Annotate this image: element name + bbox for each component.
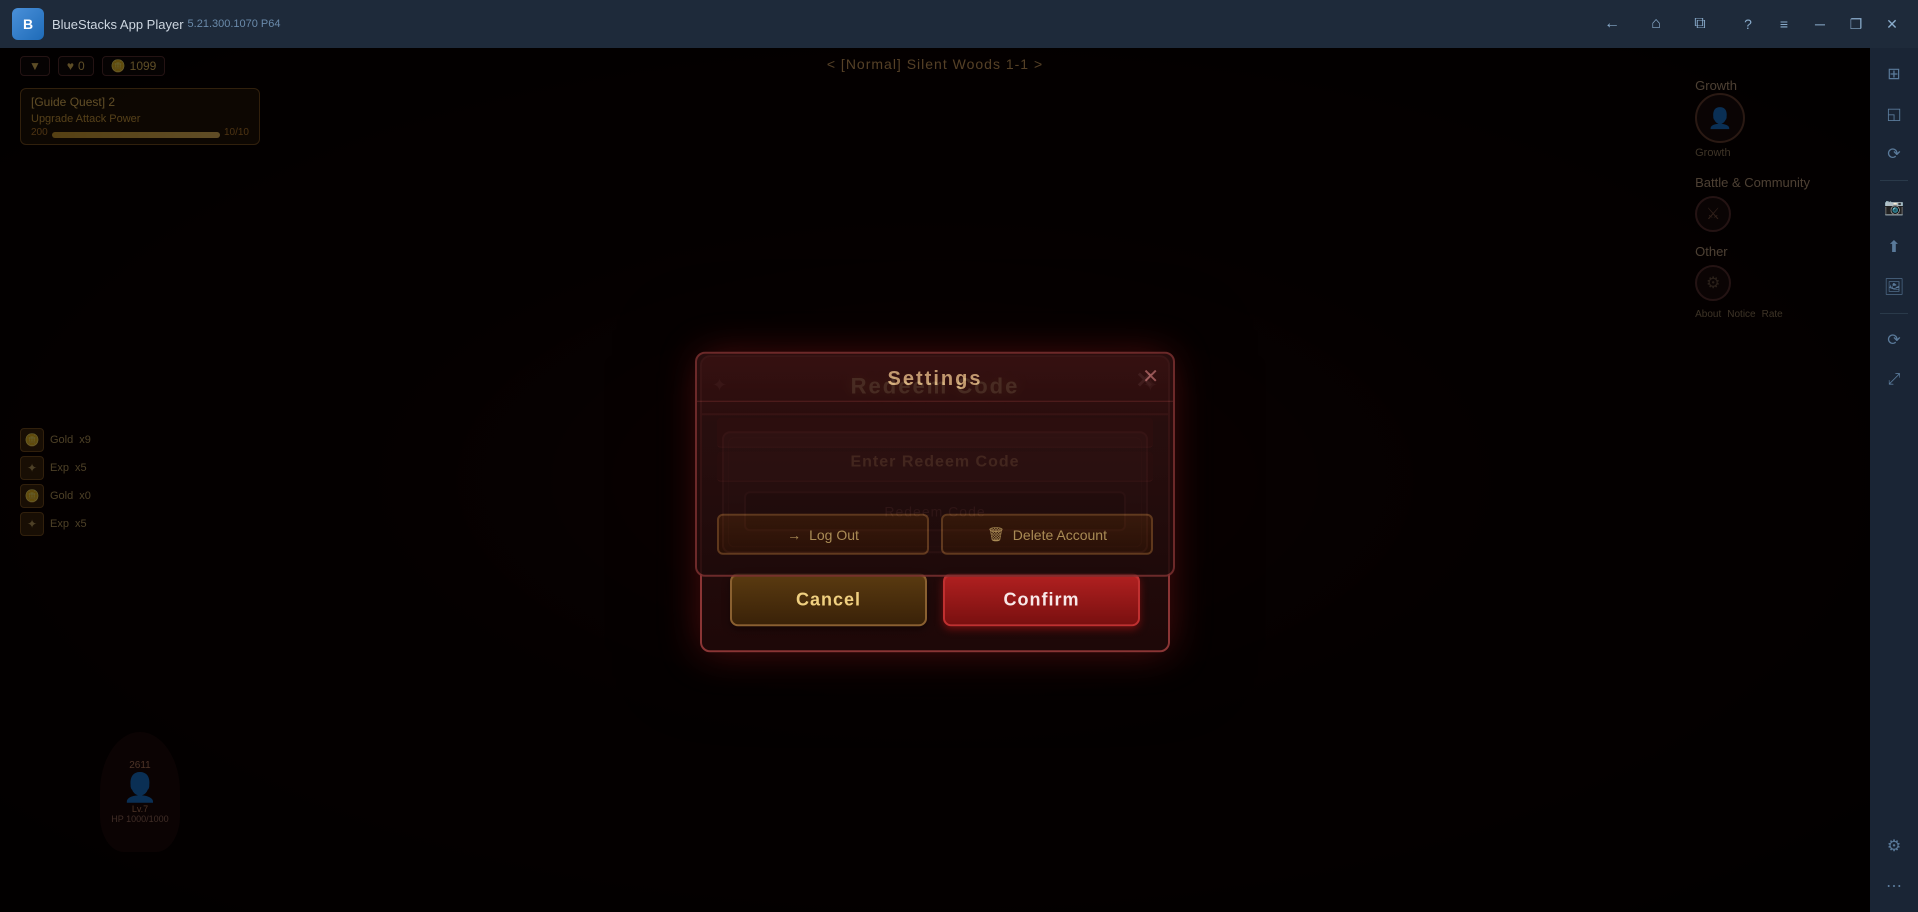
settings-title: Settings xyxy=(888,368,983,390)
settings-row xyxy=(717,452,1153,482)
settings-close-icon[interactable]: ✕ xyxy=(1142,364,1159,389)
sidebar-zoom-btn[interactable]: ⟳ xyxy=(1876,322,1912,358)
menu-button[interactable]: ≡ xyxy=(1770,10,1798,38)
settings-footer: → Log Out 🗑 Delete Account xyxy=(697,502,1173,555)
restore-button[interactable]: ❐ xyxy=(1842,10,1870,38)
sidebar-separator2 xyxy=(1880,313,1908,314)
back-button[interactable]: ← xyxy=(1598,10,1626,38)
app-version: 5.21.300.1070 P64 xyxy=(188,18,281,30)
sidebar-screenshot-btn[interactable]: 🖼 xyxy=(1876,269,1912,305)
cancel-button[interactable]: Cancel xyxy=(730,573,927,626)
sidebar-upload-btn[interactable]: ⬆ xyxy=(1876,229,1912,265)
sidebar-fullscreen-btn[interactable]: ⤢ xyxy=(1876,362,1912,398)
settings-window: Settings ✕ → Log Out 🗑 Delete Account xyxy=(695,352,1175,577)
delete-account-label: Delete Account xyxy=(1013,526,1107,542)
logout-label: Log Out xyxy=(809,526,859,542)
copy-button[interactable]: ⧉ xyxy=(1686,10,1714,38)
sidebar-camera-btn[interactable]: 📷 xyxy=(1876,189,1912,225)
delete-icon: 🗑 xyxy=(987,526,1005,543)
logo-text: B xyxy=(23,16,33,32)
game-area: ▼ ♥ 0 🪙 1099 < [Normal] Silent Woods 1-1… xyxy=(0,48,1870,912)
titlebar: B BlueStacks App Player 5.21.300.1070 P6… xyxy=(0,0,1918,48)
sidebar-rotate-btn[interactable]: ⟳ xyxy=(1876,136,1912,172)
titlebar-nav: ← ⌂ ⧉ xyxy=(1598,10,1714,38)
logout-icon: → xyxy=(787,526,801,542)
sidebar-separator xyxy=(1880,180,1908,181)
right-sidebar: ⊞ ◱ ⟳ 📷 ⬆ 🖼 ⟳ ⤢ ⚙ ⋯ xyxy=(1870,48,1918,912)
sidebar-resize-btn[interactable]: ⊞ xyxy=(1876,56,1912,92)
window-controls: ? ≡ ─ ❐ ✕ xyxy=(1734,10,1906,38)
redeem-buttons: Cancel Confirm xyxy=(722,569,1148,634)
confirm-button[interactable]: Confirm xyxy=(943,573,1140,626)
minimize-button[interactable]: ─ xyxy=(1806,10,1834,38)
sidebar-settings-btn[interactable]: ⚙ xyxy=(1876,828,1912,864)
logout-button[interactable]: → Log Out xyxy=(717,514,929,555)
settings-header: Settings ✕ xyxy=(697,354,1173,402)
app-logo: B xyxy=(12,8,44,40)
settings-row xyxy=(717,418,1153,448)
delete-account-button[interactable]: 🗑 Delete Account xyxy=(941,514,1153,555)
home-button[interactable]: ⌂ xyxy=(1642,10,1670,38)
sidebar-more-btn[interactable]: ⋯ xyxy=(1876,868,1912,904)
settings-content xyxy=(697,402,1173,502)
close-button[interactable]: ✕ xyxy=(1878,10,1906,38)
sidebar-portrait-btn[interactable]: ◱ xyxy=(1876,96,1912,132)
help-button[interactable]: ? xyxy=(1734,10,1762,38)
app-name: BlueStacks App Player xyxy=(52,17,184,32)
